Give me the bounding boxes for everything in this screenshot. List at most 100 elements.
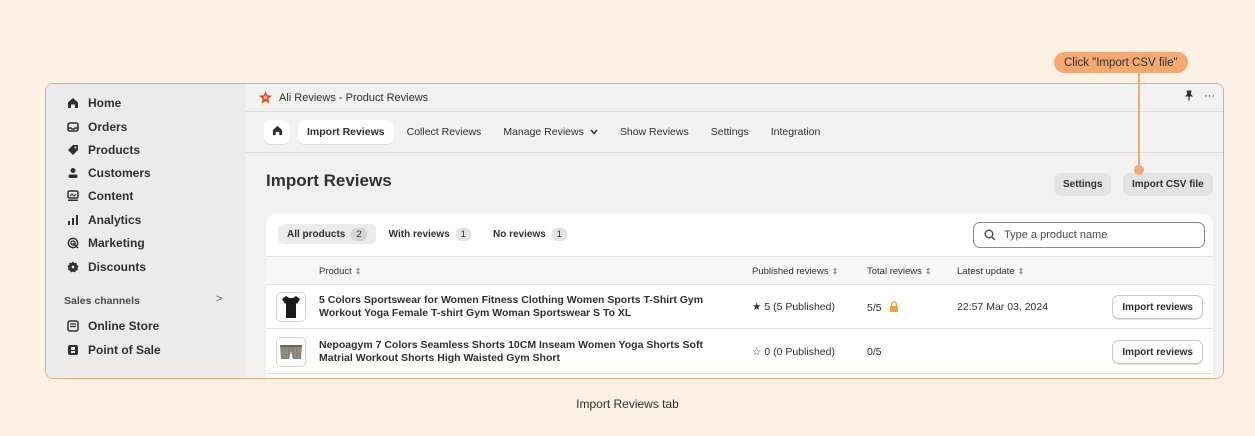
sidebar-item-discounts[interactable]: Discounts xyxy=(66,256,146,278)
product-name[interactable]: 5 Colors Sportswear for Women Fitness Cl… xyxy=(319,294,739,319)
search-icon xyxy=(984,229,996,241)
product-thumbnail xyxy=(276,337,306,367)
sidebar-item-orders[interactable]: Orders xyxy=(66,116,127,138)
more-actions-icon[interactable]: ··· xyxy=(1204,90,1215,104)
sidebar-item-label: Online Store xyxy=(88,319,160,333)
sort-icon: ⇕ xyxy=(354,267,362,276)
total-value: 0/5 xyxy=(867,346,882,358)
sort-icon: ⇕ xyxy=(924,267,932,276)
total-reviews: 0/5 xyxy=(867,346,882,358)
tab-import-reviews[interactable]: Import Reviews xyxy=(298,120,394,144)
app-title: Ali Reviews - Product Reviews xyxy=(279,91,429,104)
home-icon xyxy=(272,125,283,139)
app-title-bar: Ali Reviews - Product Reviews ··· xyxy=(246,84,1223,111)
table-row[interactable]: 5 Colors Sportswear for Women Fitness Cl… xyxy=(266,285,1213,329)
figure-caption: Import Reviews tab xyxy=(576,397,679,411)
store-icon xyxy=(66,319,80,333)
filter-label: With reviews xyxy=(388,228,450,240)
callout-dot xyxy=(1134,165,1144,175)
tab-manage-reviews[interactable]: Manage Reviews xyxy=(503,120,598,144)
latest-update: 22:57 Mar 03, 2024 xyxy=(957,301,1049,313)
filter-label: All products xyxy=(287,228,346,240)
column-label: Total reviews xyxy=(867,266,922,277)
app-logo-icon xyxy=(258,90,273,104)
tab-show-reviews[interactable]: Show Reviews xyxy=(620,120,689,144)
discount-icon xyxy=(66,260,80,274)
chevron-right-icon[interactable]: > xyxy=(216,293,222,305)
count-badge: 2 xyxy=(351,227,367,241)
product-thumbnail xyxy=(276,292,306,322)
filter-all-products[interactable]: All products 2 xyxy=(278,224,376,244)
sort-icon: ⇕ xyxy=(831,267,839,276)
product-search-input[interactable]: Type a product name xyxy=(973,222,1205,248)
tag-icon xyxy=(66,143,80,157)
sidebar-item-label: Point of Sale xyxy=(88,343,161,357)
title-bar-actions: ··· xyxy=(1184,90,1215,104)
sidebar-item-label: Analytics xyxy=(88,213,142,227)
tab-home[interactable] xyxy=(264,120,290,144)
filter-with-reviews[interactable]: With reviews 1 xyxy=(380,224,480,244)
sidebar-item-online-store[interactable]: Online Store xyxy=(66,315,159,337)
sidebar-item-label: Discounts xyxy=(88,260,147,274)
filter-no-reviews[interactable]: No reviews 1 xyxy=(484,224,576,244)
import-reviews-button[interactable]: Import reviews xyxy=(1112,340,1203,364)
sidebar-item-home[interactable]: Home xyxy=(66,92,121,114)
lock-icon xyxy=(889,301,898,312)
tab-integration[interactable]: Integration xyxy=(771,120,821,144)
chevron-down-icon xyxy=(590,128,598,137)
sort-icon: ⇕ xyxy=(1017,267,1025,276)
column-published-reviews[interactable]: Published reviews ⇕ xyxy=(752,266,838,277)
sales-channels-label: Sales channels xyxy=(64,295,140,307)
import-reviews-button[interactable]: Import reviews xyxy=(1112,295,1203,319)
column-label: Published reviews xyxy=(752,266,829,277)
bar-chart-icon xyxy=(66,213,80,227)
sidebar-item-analytics[interactable]: Analytics xyxy=(66,209,141,231)
column-label: Latest update xyxy=(957,266,1015,277)
count-badge: 1 xyxy=(455,227,471,241)
sidebar-item-customers[interactable]: Customers xyxy=(66,162,151,184)
total-value: 5/5 xyxy=(867,302,882,314)
callout-label: Click "Import CSV file" xyxy=(1054,52,1188,73)
column-label: Product xyxy=(319,266,352,277)
product-name[interactable]: Nepoagym 7 Colors Seamless Shorts 10CM I… xyxy=(319,339,739,364)
sidebar-item-label: Home xyxy=(88,96,122,110)
target-icon xyxy=(66,236,80,250)
sidebar-item-label: Content xyxy=(88,189,134,203)
table-header: Product ⇕ Published reviews ⇕ Total review… xyxy=(266,256,1213,285)
pin-icon[interactable] xyxy=(1184,90,1194,104)
tab-settings[interactable]: Settings xyxy=(711,120,749,144)
page-title: Import Reviews xyxy=(266,171,392,190)
sidebar-item-label: Customers xyxy=(88,166,151,180)
settings-button[interactable]: Settings xyxy=(1054,173,1112,196)
filter-label: No reviews xyxy=(492,228,546,240)
sidebar-item-products[interactable]: Products xyxy=(66,139,140,161)
filter-tabs: All products 2 With reviews 1 No reviews… xyxy=(278,224,580,244)
app-tabs: Import Reviews Collect Reviews Manage Re… xyxy=(246,112,1223,152)
inbox-icon xyxy=(66,120,80,134)
search-placeholder: Type a product name xyxy=(1004,229,1108,241)
tab-label: Manage Reviews xyxy=(503,126,584,138)
sidebar-item-point-of-sale[interactable]: Point of Sale xyxy=(66,339,161,361)
total-reviews: 5/5 xyxy=(867,301,899,314)
published-reviews: ★ 5 (5 Published) xyxy=(752,301,835,313)
column-total-reviews[interactable]: Total reviews ⇕ xyxy=(867,266,932,277)
table-row[interactable]: Nepoagym 7 Colors Seamless Shorts 10CM I… xyxy=(266,330,1213,374)
published-reviews: ☆ 0 (0 Published) xyxy=(752,346,835,358)
products-card: All products 2 With reviews 1 No reviews… xyxy=(266,214,1213,378)
column-latest-update[interactable]: Latest update ⇕ xyxy=(957,266,1024,277)
count-badge: 1 xyxy=(551,227,568,241)
column-product[interactable]: Product ⇕ xyxy=(319,266,361,277)
person-icon xyxy=(66,166,80,180)
sidebar-item-label: Marketing xyxy=(88,236,145,250)
sidebar-item-marketing[interactable]: Marketing xyxy=(66,232,145,254)
app-window: Home Orders Products Customers Content A… xyxy=(45,83,1224,379)
sidebar-item-label: Products xyxy=(88,143,141,157)
sidebar-item-label: Orders xyxy=(88,120,128,134)
embedded-app: Ali Reviews - Product Reviews ··· Import… xyxy=(246,84,1223,378)
import-csv-button[interactable]: Import CSV file xyxy=(1123,173,1213,196)
content-icon xyxy=(66,189,80,203)
tab-collect-reviews[interactable]: Collect Reviews xyxy=(407,120,482,144)
admin-sidebar: Home Orders Products Customers Content A… xyxy=(46,84,246,378)
pos-icon xyxy=(66,343,80,357)
sidebar-item-content[interactable]: Content xyxy=(66,185,133,207)
